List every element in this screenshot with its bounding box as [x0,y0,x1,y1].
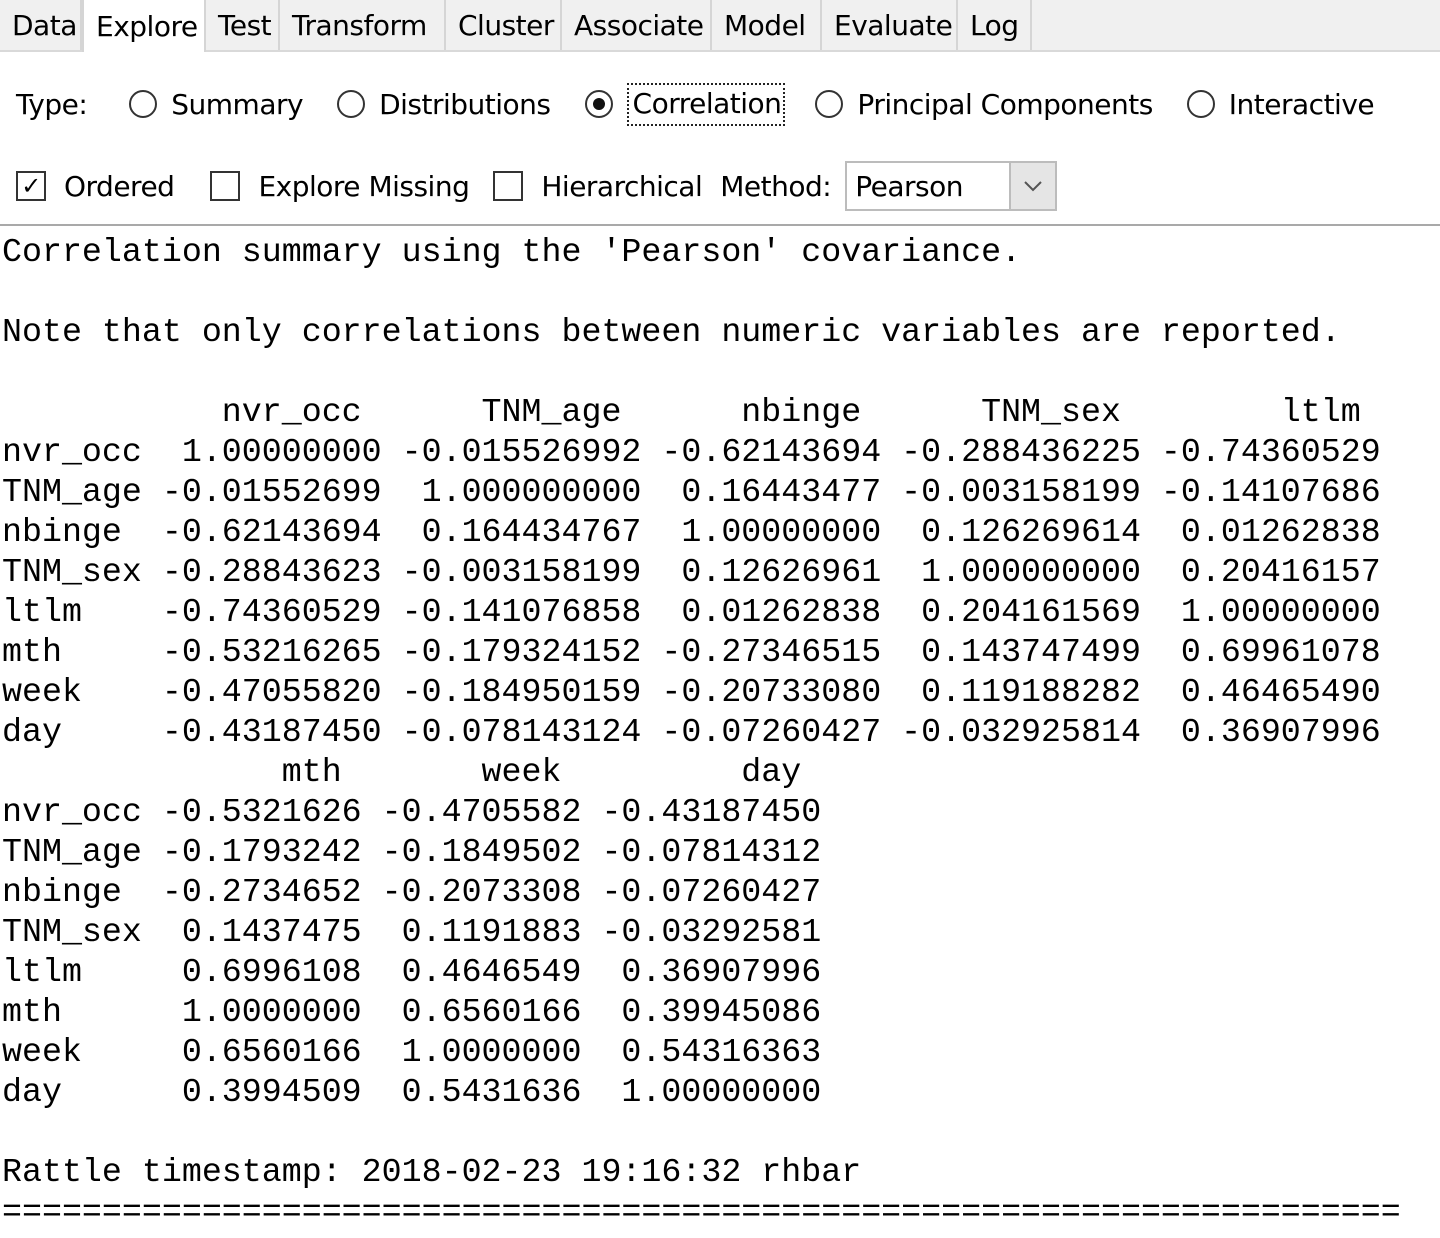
ordered-checkbox[interactable]: ✓ [16,171,46,201]
type-option-distributions[interactable]: Distributions [337,87,551,121]
type-options: Summary Distributions Correlation Principal… [87,82,1375,126]
type-option-interactive[interactable]: Interactive [1186,87,1375,121]
tab-test[interactable]: Test [206,0,280,50]
explore-options-row: ✓ Ordered Explore Missing Hierarchical M… [0,160,1440,212]
hierarchical-label: Hierarchical [541,169,703,203]
tab-associate[interactable]: Associate [562,0,712,50]
explore-missing-checkbox[interactable] [210,171,241,201]
type-label: Type: [16,87,88,121]
interactive-label: Interactive [1228,87,1375,121]
principal-components-radio[interactable] [815,90,844,118]
explore-missing-checkbox-item[interactable]: Explore Missing [210,169,470,203]
method-select-value: Pearson [855,169,963,203]
tab-model[interactable]: Model [712,0,822,50]
distributions-radio[interactable] [337,90,366,118]
explore-type-row: Type: Summary Distributions Correlation Pri… [0,76,1440,132]
output-text: Correlation summary using the 'Pearson' … [2,233,1401,1231]
correlation-label: Correlation [626,82,786,126]
tab-data[interactable]: Data [0,0,82,50]
type-option-principal-components[interactable]: Principal Components [815,87,1153,121]
distributions-label: Distributions [379,87,551,121]
method-label: Method: [720,169,832,203]
hierarchical-checkbox[interactable] [493,171,524,201]
ordered-label: Ordered [64,169,175,203]
method-select[interactable]: Pearson [845,161,1058,211]
interactive-radio[interactable] [1186,90,1215,118]
correlation-output-textview[interactable]: Correlation summary using the 'Pearson' … [0,224,1440,1238]
tab-log[interactable]: Log [958,0,1032,50]
hierarchical-checkbox-item[interactable]: Hierarchical [493,169,703,203]
summary-radio[interactable] [129,90,158,118]
tab-list: Data Explore Test Transform Cluster Associate… [0,0,1032,52]
type-option-summary[interactable]: Summary [129,87,304,121]
summary-label: Summary [171,87,304,121]
tab-transform[interactable]: Transform [280,0,446,50]
dropdown-button[interactable] [1009,163,1056,209]
principal-components-label: Principal Components [857,87,1153,121]
explore-missing-label: Explore Missing [258,169,470,203]
chevron-down-icon [1024,181,1042,192]
tab-cluster[interactable]: Cluster [446,0,562,50]
tab-explore[interactable]: Explore [82,0,206,52]
ordered-checkbox-item[interactable]: ✓ Ordered [16,169,175,203]
correlation-radio[interactable] [584,90,613,118]
notebook-tab-bar: Data Explore Test Transform Cluster Associate… [0,0,1440,52]
type-option-correlation[interactable]: Correlation [584,82,786,126]
tab-evaluate[interactable]: Evaluate [822,0,958,50]
